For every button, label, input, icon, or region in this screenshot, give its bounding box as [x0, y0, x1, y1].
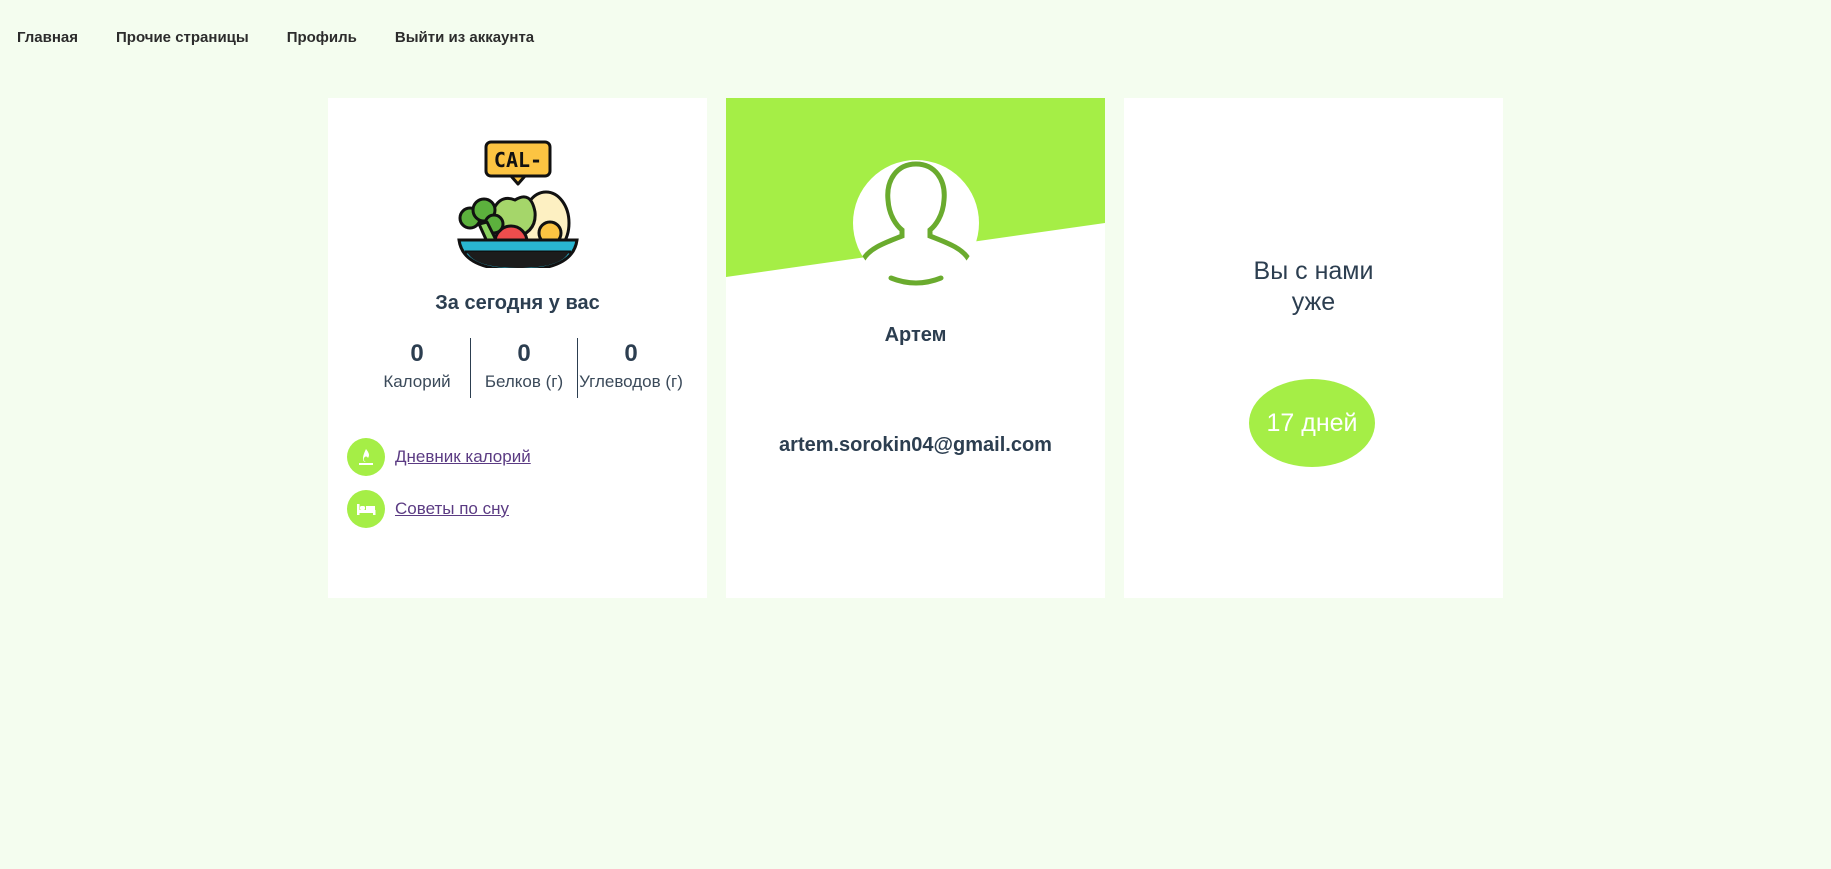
stat-value: 0	[410, 340, 424, 367]
salad-logo-icon: CAL-	[453, 138, 583, 272]
nav-item-home[interactable]: Главная	[17, 29, 78, 46]
sleep-tips-row: Советы по сну	[347, 490, 509, 528]
stat-label: Углеводов (г)	[579, 372, 683, 391]
stat-label: Калорий	[383, 372, 451, 391]
today-title: За сегодня у вас	[435, 292, 600, 314]
stat-protein: 0 Белков (г)	[470, 338, 577, 398]
profile-card: Артем artem.sorokin04@gmail.com	[726, 98, 1105, 598]
user-avatar-icon	[853, 160, 979, 286]
logo-text: CAL-	[494, 148, 542, 172]
top-nav: Главная Прочие страницы Профиль Выйти из…	[0, 0, 1831, 74]
sleep-tips-link[interactable]: Советы по сну	[395, 499, 509, 519]
stat-label: Белков (г)	[484, 372, 564, 391]
membership-line-1: Вы с нами	[1253, 257, 1374, 285]
profile-name: Артем	[884, 324, 947, 346]
stat-value: 0	[624, 340, 638, 367]
stat-calories: 0 Калорий	[364, 338, 470, 398]
calorie-diary-link[interactable]: Дневник калорий	[395, 447, 531, 467]
stat-carbs: 0 Углеводов (г)	[577, 338, 684, 398]
membership-line-2: уже	[1291, 288, 1336, 316]
flame-icon	[347, 438, 385, 476]
membership-card: Вы с нами уже 17 дней	[1124, 98, 1503, 598]
membership-text: Вы с нами уже	[1124, 256, 1503, 318]
calorie-diary-row: Дневник калорий	[347, 438, 531, 476]
nav-item-profile[interactable]: Профиль	[287, 29, 357, 46]
nutrition-stats: 0 Калорий 0 Белков (г) 0 Углеводов (г)	[364, 338, 684, 398]
profile-email: artem.sorokin04@gmail.com	[779, 434, 1052, 456]
bed-icon	[347, 490, 385, 528]
today-summary-card: CAL- За сегодня у вас 0 Калорий 0 Белков…	[328, 98, 707, 598]
days-badge: 17 дней	[1249, 379, 1375, 467]
nav-item-other-pages[interactable]: Прочие страницы	[116, 29, 249, 46]
stat-value: 0	[517, 340, 531, 367]
nav-item-logout[interactable]: Выйти из аккаунта	[395, 29, 534, 46]
